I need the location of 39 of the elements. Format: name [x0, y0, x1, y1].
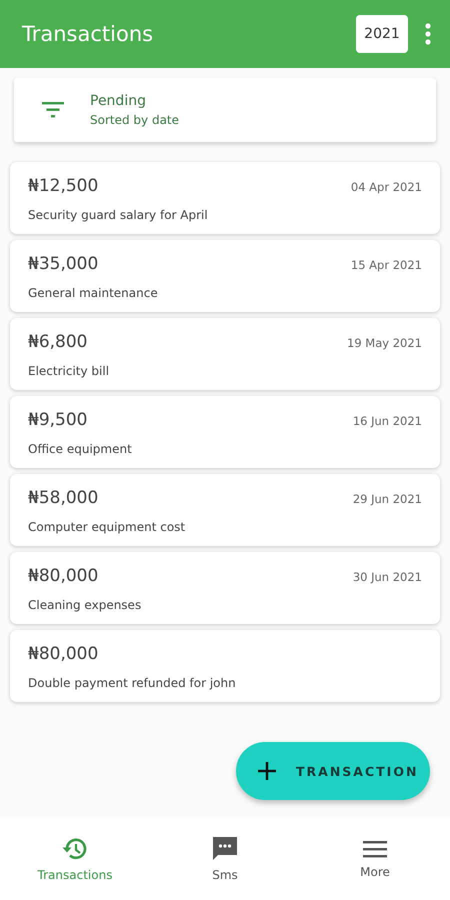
transaction-amount: ₦58,000	[28, 488, 98, 508]
transaction-description: Double payment refunded for john	[28, 676, 237, 690]
transaction-date: 19 May 2021	[347, 336, 422, 350]
transaction-description: Electricity bill	[28, 364, 110, 378]
filter-subtitle: Sorted by date	[90, 113, 180, 127]
transaction-card[interactable]: ₦6,800 19 May 2021 Electricity bill	[10, 318, 440, 390]
transaction-date: 15 Apr 2021	[350, 258, 422, 272]
transaction-amount: ₦80,000	[28, 566, 98, 586]
add-transaction-button[interactable]: TRANSACTION	[236, 742, 430, 800]
transaction-amount: ₦6,800	[28, 332, 88, 352]
transaction-card[interactable]: ₦58,000 29 Jun 2021 Computer equipment cost	[10, 474, 440, 546]
transaction-card[interactable]: ₦9,500 16 Jun 2021 Office equipment	[10, 396, 440, 468]
transaction-card[interactable]: ₦12,500 04 Apr 2021 Security guard salary for April	[10, 162, 440, 234]
transaction-card[interactable]: ₦80,000 Double payment refunded for john	[10, 630, 440, 702]
transaction-date: 30 Jun 2021	[352, 570, 422, 584]
transaction-description: General maintenance	[28, 286, 159, 300]
filter-card[interactable]: Pending Sorted by date	[14, 78, 436, 142]
transaction-date: 29 Jun 2021	[352, 492, 422, 506]
transaction-description: Computer equipment cost	[28, 520, 186, 534]
plus-icon	[258, 762, 276, 780]
chat-bubble-icon	[212, 836, 238, 862]
transaction-card[interactable]: ₦80,000 30 Jun 2021 Cleaning expenses	[10, 552, 440, 624]
app-title: Transactions	[22, 22, 154, 46]
transaction-description: Cleaning expenses	[28, 598, 142, 612]
year-button[interactable]: 2021	[356, 15, 408, 53]
transaction-amount: ₦12,500	[28, 176, 98, 196]
filter-title: Pending	[90, 93, 147, 109]
transaction-amount: ₦9,500	[28, 410, 88, 430]
overflow-menu-icon[interactable]	[424, 23, 432, 45]
filter-icon	[42, 102, 64, 118]
transaction-card[interactable]: ₦35,000 15 Apr 2021 General maintenance	[10, 240, 440, 312]
transaction-description: Office equipment	[28, 442, 133, 456]
transaction-date: 16 Jun 2021	[352, 414, 422, 428]
transaction-date: 04 Apr 2021	[350, 180, 422, 194]
history-icon	[61, 836, 89, 862]
menu-icon	[363, 839, 387, 859]
transaction-description: Security guard salary for April	[28, 208, 209, 222]
transaction-amount: ₦80,000	[28, 644, 98, 664]
transaction-amount: ₦35,000	[28, 254, 98, 274]
